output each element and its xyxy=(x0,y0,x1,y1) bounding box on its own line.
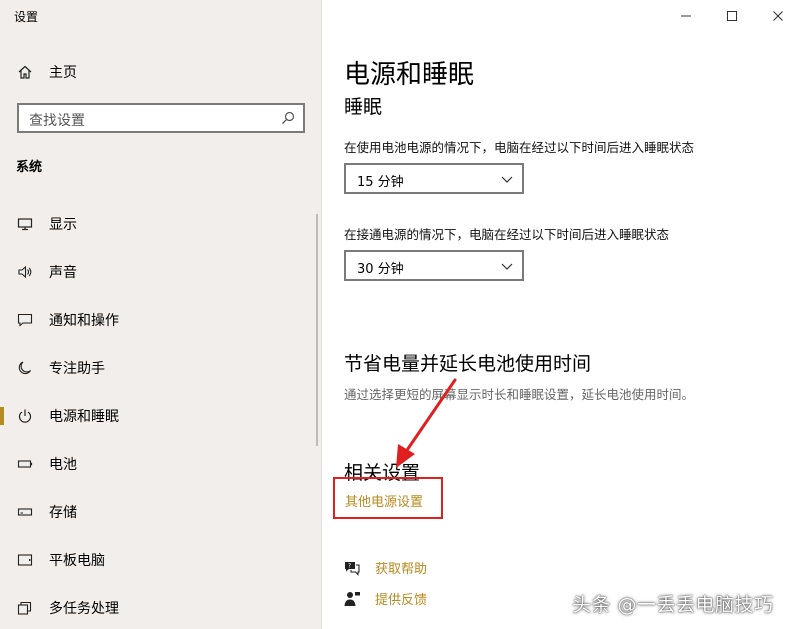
battery-sleep-dropdown[interactable]: 15 分钟 xyxy=(344,163,524,194)
tablet-icon xyxy=(16,551,34,569)
sidebar-item-battery[interactable]: 电池 xyxy=(0,444,322,484)
svg-text:?: ? xyxy=(348,562,351,569)
sleep-header: 睡眠 xyxy=(344,96,383,118)
sidebar-item-label: 平板电脑 xyxy=(49,553,105,569)
main-content: 电源和睡眠 睡眠 在使用电池电源的情况下，电脑在经过以下时间后进入睡眠状态 15… xyxy=(323,0,801,629)
feedback-person-icon xyxy=(343,590,361,608)
sidebar-item-focus-assist[interactable]: 专注助手 xyxy=(0,348,322,388)
power-icon xyxy=(16,407,34,425)
search-input[interactable]: 查找设置 xyxy=(17,103,305,133)
minimize-button[interactable] xyxy=(676,6,696,26)
moon-icon xyxy=(16,359,34,377)
maximize-button[interactable] xyxy=(722,6,742,26)
help-chat-icon: ? xyxy=(343,559,361,577)
page-title: 电源和睡眠 xyxy=(344,60,475,90)
sidebar-item-label: 电源和睡眠 xyxy=(49,409,119,425)
storage-icon xyxy=(16,503,34,521)
speaker-icon xyxy=(16,263,34,281)
section-title: 系统 xyxy=(16,160,43,175)
sidebar-item-power-sleep[interactable]: 电源和睡眠 xyxy=(0,396,322,436)
sidebar-item-sound[interactable]: 声音 xyxy=(0,252,322,292)
sidebar-item-home[interactable]: 主页 xyxy=(0,52,322,92)
battery-sleep-value: 15 分钟 xyxy=(357,175,404,190)
multitask-icon xyxy=(16,599,34,617)
search-icon xyxy=(280,110,296,126)
sidebar-item-display[interactable]: 显示 xyxy=(0,204,322,244)
sidebar-item-storage[interactable]: 存储 xyxy=(0,492,322,532)
sidebar-item-label: 电池 xyxy=(49,457,77,473)
sidebar-item-label: 多任务处理 xyxy=(49,601,119,617)
get-help-link[interactable]: 获取帮助 xyxy=(375,558,427,577)
get-help-row[interactable]: ? 获取帮助 xyxy=(343,558,427,577)
sidebar-item-label: 存储 xyxy=(49,505,77,521)
watermark-text: 头条 @一丢丢电脑技巧 xyxy=(572,594,774,616)
save-power-title: 节省电量并延长电池使用时间 xyxy=(344,353,592,375)
sidebar-item-multitasking[interactable]: 多任务处理 xyxy=(0,588,322,628)
window-title: 设置 xyxy=(14,10,39,24)
sidebar-item-label: 通知和操作 xyxy=(49,313,119,329)
annotation-highlight-box xyxy=(333,477,443,519)
feedback-row[interactable]: 提供反馈 xyxy=(343,589,427,608)
search-placeholder: 查找设置 xyxy=(29,113,85,129)
sidebar-item-notifications[interactable]: 通知和操作 xyxy=(0,300,322,340)
sidebar-item-label: 专注助手 xyxy=(49,361,105,377)
plugged-sleep-value: 30 分钟 xyxy=(357,262,404,277)
sidebar-item-label: 声音 xyxy=(49,265,77,281)
save-power-description: 通过选择更短的屏幕显示时长和睡眠设置，延长电池使用时间。 xyxy=(344,387,695,402)
battery-sleep-label: 在使用电池电源的情况下，电脑在经过以下时间后进入睡眠状态 xyxy=(344,140,695,155)
home-icon xyxy=(16,63,34,81)
sidebar-item-label: 主页 xyxy=(49,65,77,81)
monitor-icon xyxy=(16,215,34,233)
chevron-down-icon xyxy=(500,171,514,185)
sidebar-item-tablet[interactable]: 平板电脑 xyxy=(0,540,322,580)
sidebar: 设置 主页 查找设置 系统 显示 声音 通知和操作 专注助手 电源和睡眠 电池 … xyxy=(0,0,322,629)
sidebar-item-label: 显示 xyxy=(49,217,77,233)
plugged-sleep-label: 在接通电源的情况下，电脑在经过以下时间后进入睡眠状态 xyxy=(344,227,670,242)
message-icon xyxy=(16,311,34,329)
sidebar-scrollbar[interactable] xyxy=(316,214,318,446)
feedback-link[interactable]: 提供反馈 xyxy=(375,589,427,608)
battery-icon xyxy=(16,455,34,473)
plugged-sleep-dropdown[interactable]: 30 分钟 xyxy=(344,250,524,281)
chevron-down-icon xyxy=(500,258,514,272)
close-button[interactable] xyxy=(768,6,788,26)
